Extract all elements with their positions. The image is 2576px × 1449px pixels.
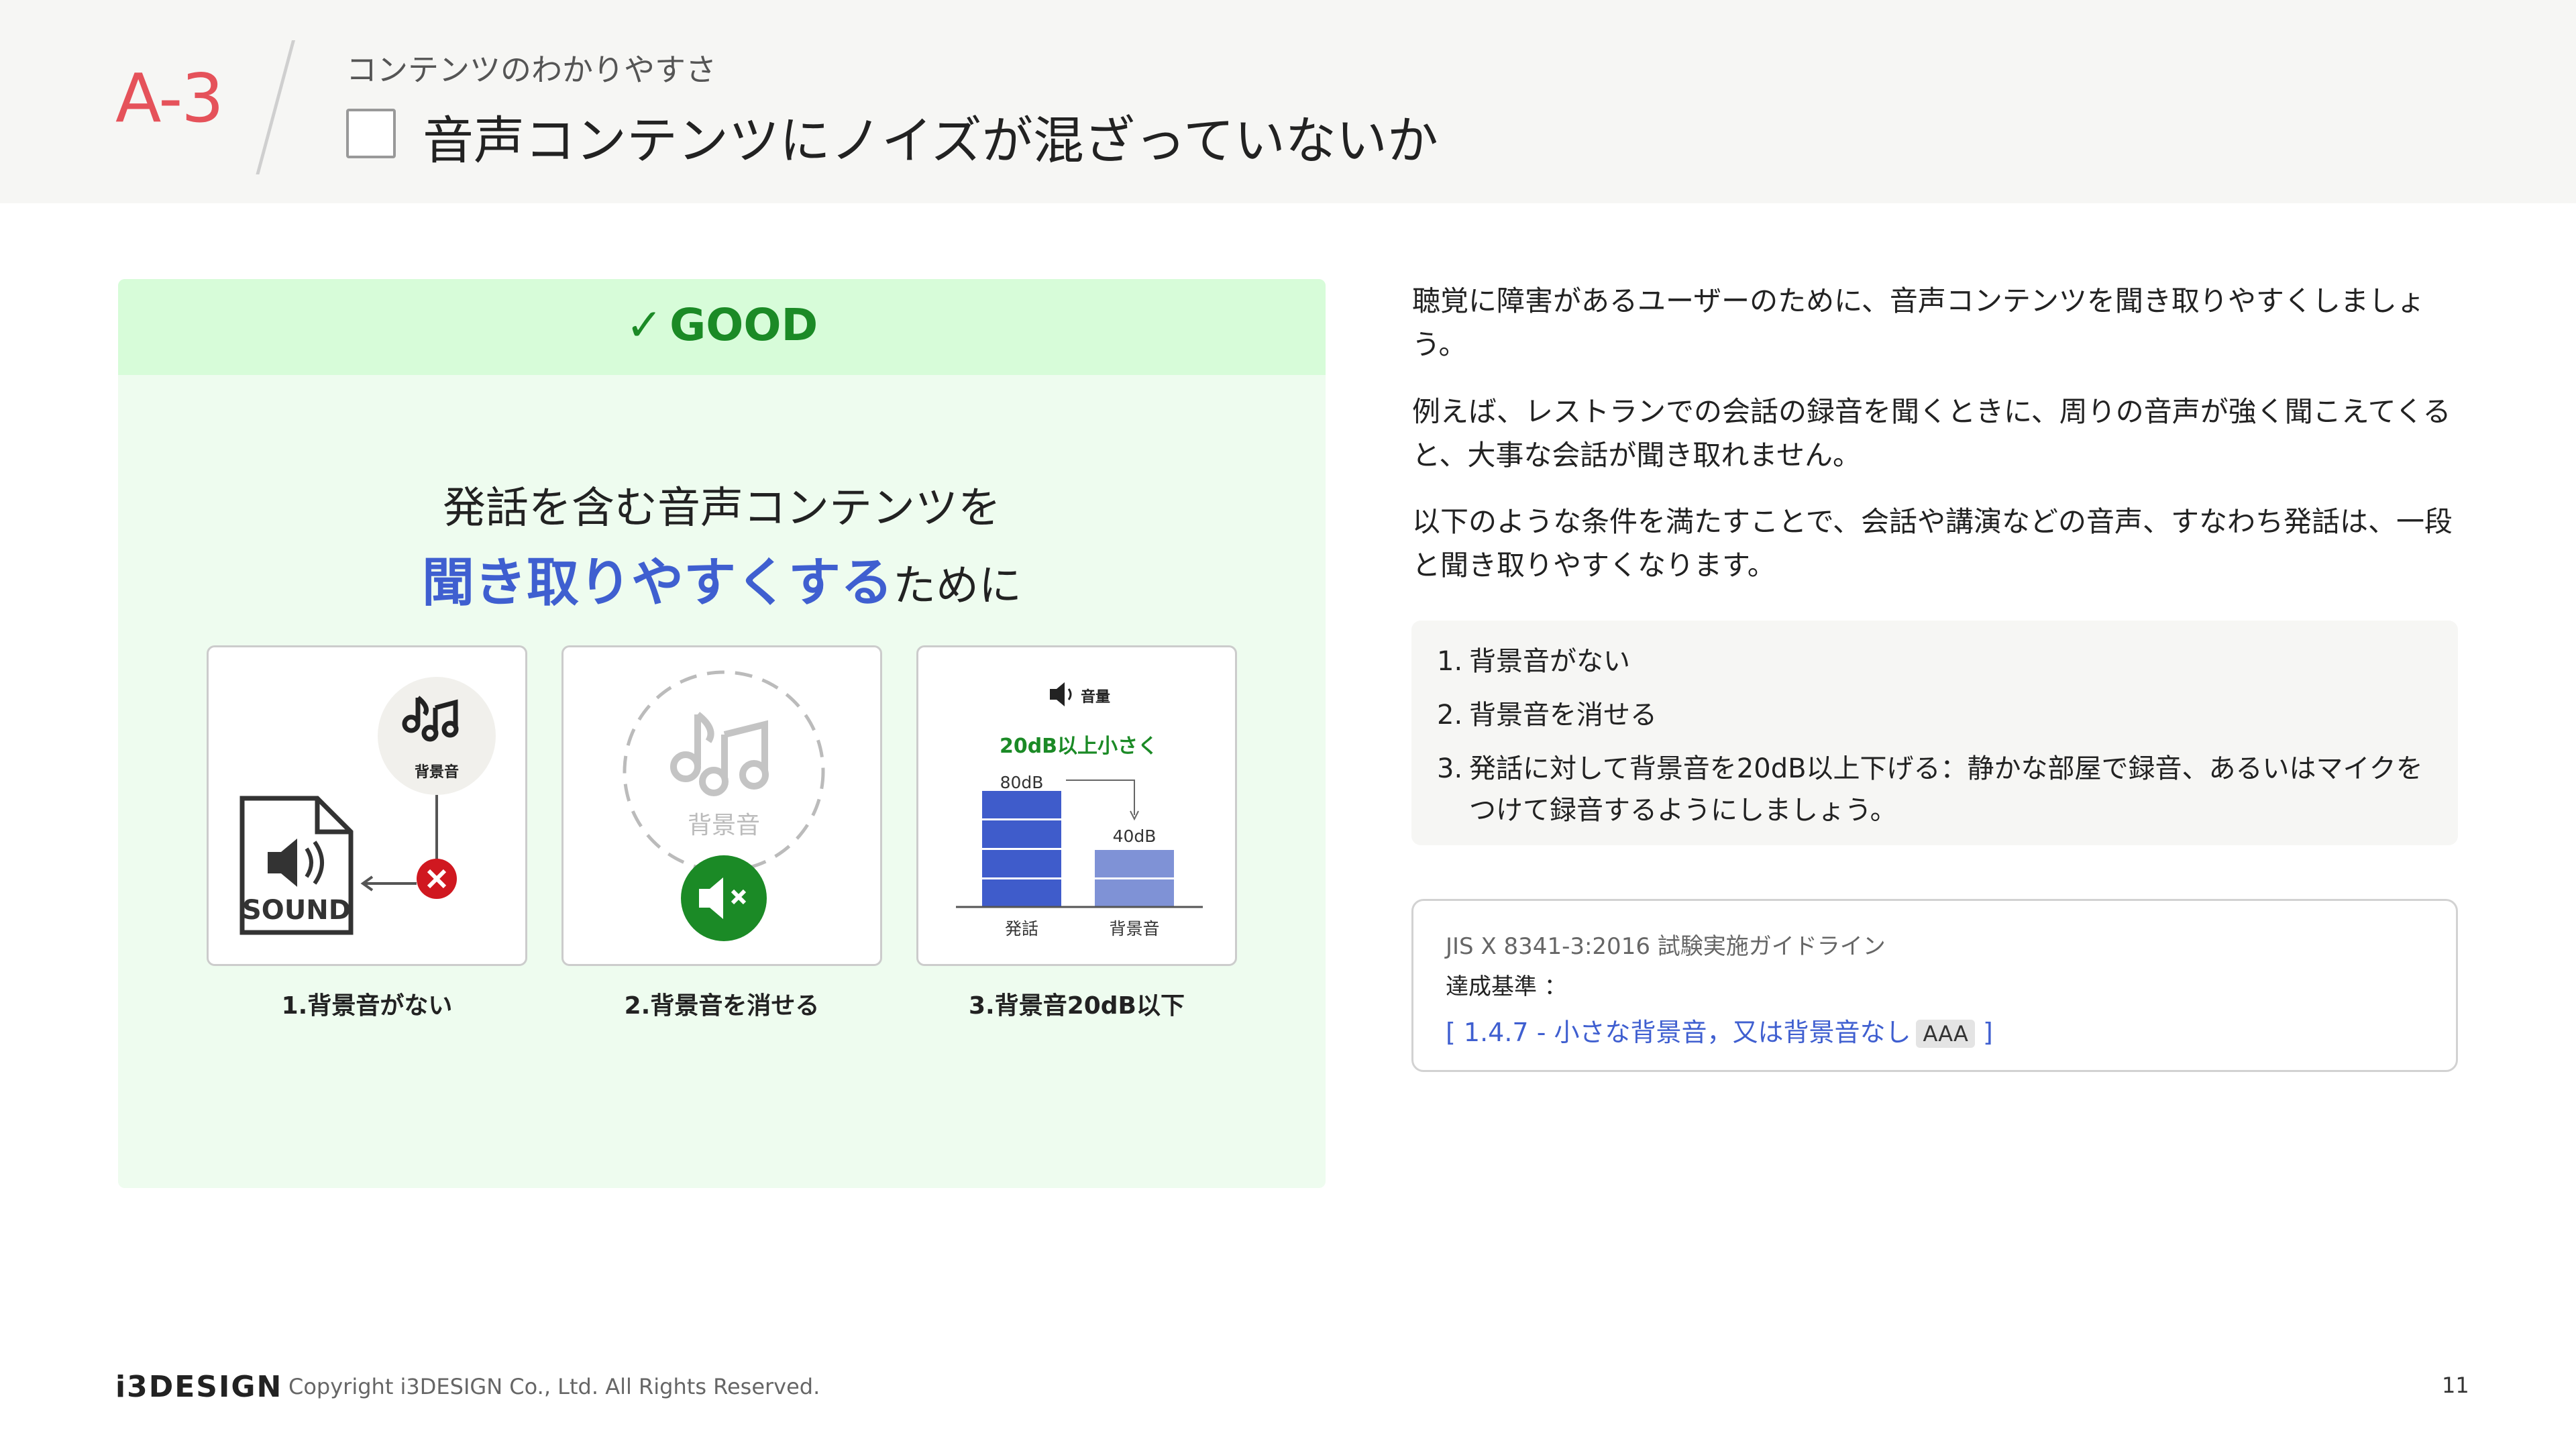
reference-source: JIS X 8341-3:2016 試験実施ガイドライン bbox=[1446, 933, 1886, 960]
criterion-link-text[interactable]: 1.4.7 - 小さな背景音，又は背景音なし bbox=[1464, 1018, 1911, 1047]
criterion-label: 達成基準 ： bbox=[1446, 973, 1567, 1000]
panel-heading-emphasis: 聞き取りやすくする bbox=[421, 553, 893, 613]
speech-bar-segment bbox=[982, 791, 1061, 818]
speech-bar-segment bbox=[982, 879, 1061, 907]
description-paragraph: 聴覚に障害があるユーザーのために、音声コンテンツを聞き取りやすくしましょう。 bbox=[1412, 284, 2425, 361]
panel-heading-line1: 発話を含む音声コンテンツを bbox=[443, 484, 1001, 533]
speech-bar-segment bbox=[982, 850, 1061, 877]
drop-arrow-line bbox=[1066, 780, 1135, 815]
reference-box: JIS X 8341-3:2016 試験実施ガイドライン 達成基準 ： [ 1.… bbox=[1411, 899, 2458, 1072]
good-banner: ✓ GOOD bbox=[118, 279, 1326, 375]
condition-text: 発話に対して背景音を20dB以上下げる：静かな部屋で録音、あるいはマイクをつけて… bbox=[1469, 753, 2423, 826]
page-number: 11 bbox=[2442, 1373, 2469, 1398]
good-example-panel: ✓ GOOD 発話を含む音声コンテンツを 聞き取りやすくするために 背景音 SO… bbox=[118, 279, 1326, 1188]
music-note-icon bbox=[670, 712, 769, 796]
link-bracket-close: ] bbox=[1983, 1018, 1993, 1047]
page-header: A-3 コンテンツのわかりやすさ 音声コンテンツにノイズが混ざっていないか bbox=[0, 0, 2576, 203]
note-label: 背景音 bbox=[415, 763, 459, 781]
condition-text: 背景音がない bbox=[1469, 646, 1630, 677]
page-title: 音声コンテンツにノイズが混ざっていないか bbox=[423, 111, 1438, 170]
background-bar-segment bbox=[1095, 850, 1174, 877]
panel-heading-rest: ために bbox=[893, 561, 1022, 611]
link-bracket-open: [ bbox=[1446, 1018, 1456, 1047]
speech-bar-segment bbox=[982, 820, 1061, 848]
section-code: A-3 bbox=[115, 59, 224, 138]
criterion-link[interactable]: [ 1.4.7 - 小さな背景音，又は背景音なし AAA ] bbox=[1446, 1012, 1993, 1049]
background-value-label: 40dB bbox=[1113, 826, 1157, 846]
card-background-20db-lower: 音量 20dB以上小さく 80dB 40dB 発話 背景音 bbox=[916, 645, 1237, 966]
check-icon: ✓ bbox=[625, 299, 663, 351]
speaker-icon bbox=[1050, 682, 1072, 706]
bar-group bbox=[982, 791, 1174, 907]
conformance-level-badge: AAA bbox=[1916, 1020, 1975, 1048]
description-paragraph: 例えば、レストランでの会話の録音を聞くときに、周りの音声が強く聞こえてくると、大… bbox=[1412, 395, 2451, 472]
condition-number: 1. bbox=[1437, 646, 1463, 677]
background-bar-segment bbox=[1095, 879, 1174, 907]
condition-number: 2. bbox=[1437, 700, 1463, 731]
copyright-text: Copyright i3DESIGN Co., Ltd. All Rights … bbox=[288, 1374, 820, 1399]
speaker-label: 音量 bbox=[1081, 688, 1110, 706]
speech-bar-label: 発話 bbox=[1005, 919, 1038, 938]
header-divider bbox=[256, 40, 295, 174]
check-item-checkbox[interactable] bbox=[346, 109, 396, 158]
mute-icon bbox=[681, 855, 767, 941]
condition-text: 背景音を消せる bbox=[1469, 700, 1657, 731]
card-caption: 1.背景音がない bbox=[281, 992, 453, 1020]
condition-item: 3. 発話に対して背景音を20dB以上下げる：静かな部屋で録音、あるいはマイクをつ… bbox=[1437, 748, 2443, 831]
speech-value-label: 80dB bbox=[1000, 773, 1044, 792]
condition-number: 3. bbox=[1437, 753, 1463, 784]
background-bar-label: 背景音 bbox=[1109, 919, 1159, 938]
company-logo: i3DESIGN bbox=[115, 1370, 283, 1404]
card-no-background-sound: 背景音 SOUND bbox=[207, 645, 527, 966]
good-label: ✓ GOOD bbox=[118, 299, 1326, 351]
condition-item: 2. 背景音を消せる bbox=[1437, 694, 2443, 736]
conditions-list: 1. 背景音がない 2. 背景音を消せる 3. 発話に対して背景音を20dB以上下げる… bbox=[1411, 621, 2458, 845]
condition-item: 1. 背景音がない bbox=[1437, 641, 2443, 682]
circle-label: 背景音 bbox=[688, 812, 760, 839]
good-text: GOOD bbox=[669, 299, 818, 351]
panel-heading-line2: 聞き取りやすくするために bbox=[118, 541, 1326, 616]
description-paragraph: 以下のような条件を満たすことで、会話や講演などの音声、すなわち発話は、一段と聞き… bbox=[1412, 505, 2453, 582]
card-can-mute-background: 背景音 bbox=[561, 645, 882, 966]
card-caption: 2.背景音を消せる bbox=[624, 992, 820, 1020]
card-caption: 3.背景音20dB以下 bbox=[968, 992, 1185, 1020]
chart-headline: 20dB以上小さく bbox=[1000, 735, 1158, 758]
sound-label: SOUND bbox=[242, 895, 351, 926]
category-subtitle: コンテンツのわかりやすさ bbox=[346, 52, 716, 88]
